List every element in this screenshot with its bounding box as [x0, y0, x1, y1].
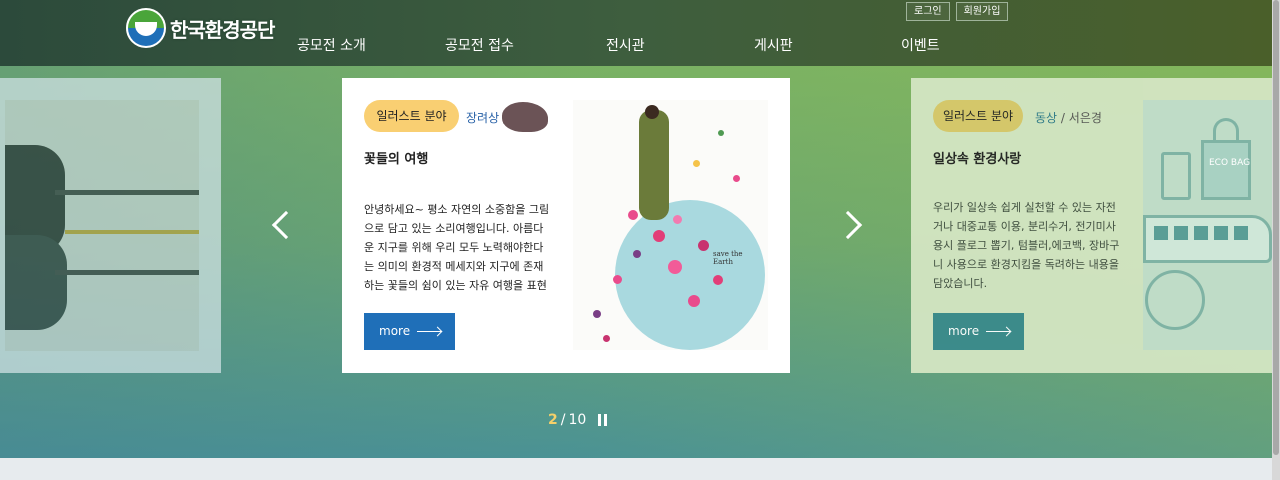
nav-item-gallery[interactable]: 전시관 — [606, 35, 645, 55]
artwork-title: 꽃들의 여행 — [364, 152, 429, 167]
login-link[interactable]: 로그인 — [906, 2, 950, 21]
pause-icon[interactable] — [598, 414, 608, 426]
more-button[interactable]: more — [933, 313, 1024, 350]
artwork-description: 안녕하세요~ 평소 자연의 소중함을 그림으로 담고 있는 소리여행입니다. 아… — [364, 203, 550, 292]
pager-current: 2 — [548, 412, 558, 428]
pager-total: 10 — [568, 412, 587, 428]
more-button[interactable]: more — [364, 313, 455, 350]
award-label: 동상 / 서은경 — [1035, 111, 1102, 125]
redacted-author — [502, 102, 548, 132]
signup-link[interactable]: 회원가입 — [955, 2, 1009, 21]
chevron-right-icon[interactable] — [833, 207, 868, 247]
section-divider — [0, 458, 1272, 480]
nav-item-submit[interactable]: 공모전 접수 — [445, 35, 514, 55]
category-badge: 일러스트 분야 — [933, 100, 1023, 132]
artwork-image — [5, 100, 199, 351]
pager-separator: / — [560, 412, 566, 428]
scrollbar-thumb[interactable] — [1273, 0, 1279, 455]
utility-nav: 로그인 회원가입 — [906, 2, 1009, 21]
chevron-left-icon[interactable] — [268, 207, 301, 247]
arrow-right-icon — [417, 331, 441, 332]
page: 한국환경공단 로그인 회원가입 공모전 소개 공모전 접수 전시관 게시판 이벤… — [0, 0, 1280, 480]
main-nav: 공모전 소개 공모전 접수 전시관 게시판 이벤트 — [0, 35, 1272, 55]
globe-shape — [615, 200, 765, 350]
illustration-caption: save the Earth — [713, 250, 743, 266]
category-badge: 일러스트 분야 — [364, 100, 459, 132]
slide-pager: 2 / 10 — [548, 412, 608, 428]
artwork-description: 우리가 일상속 쉽게 실천할 수 있는 자전거나 대중교통 이용, 분리수거, … — [933, 201, 1120, 290]
artwork-illustration: ECO BAG — [1143, 100, 1272, 350]
slide-previous[interactable] — [0, 78, 221, 373]
artwork-title: 일상속 환경사랑 — [933, 152, 1022, 167]
nav-item-event[interactable]: 이벤트 — [901, 35, 940, 55]
nav-item-about[interactable]: 공모전 소개 — [297, 35, 366, 55]
award-label: 장려상 / — [466, 111, 507, 125]
arrow-right-icon — [986, 331, 1010, 332]
bag-label: ECO BAG — [1209, 158, 1251, 168]
artwork-illustration: save the Earth — [573, 100, 768, 350]
nav-item-board[interactable]: 게시판 — [754, 35, 793, 55]
